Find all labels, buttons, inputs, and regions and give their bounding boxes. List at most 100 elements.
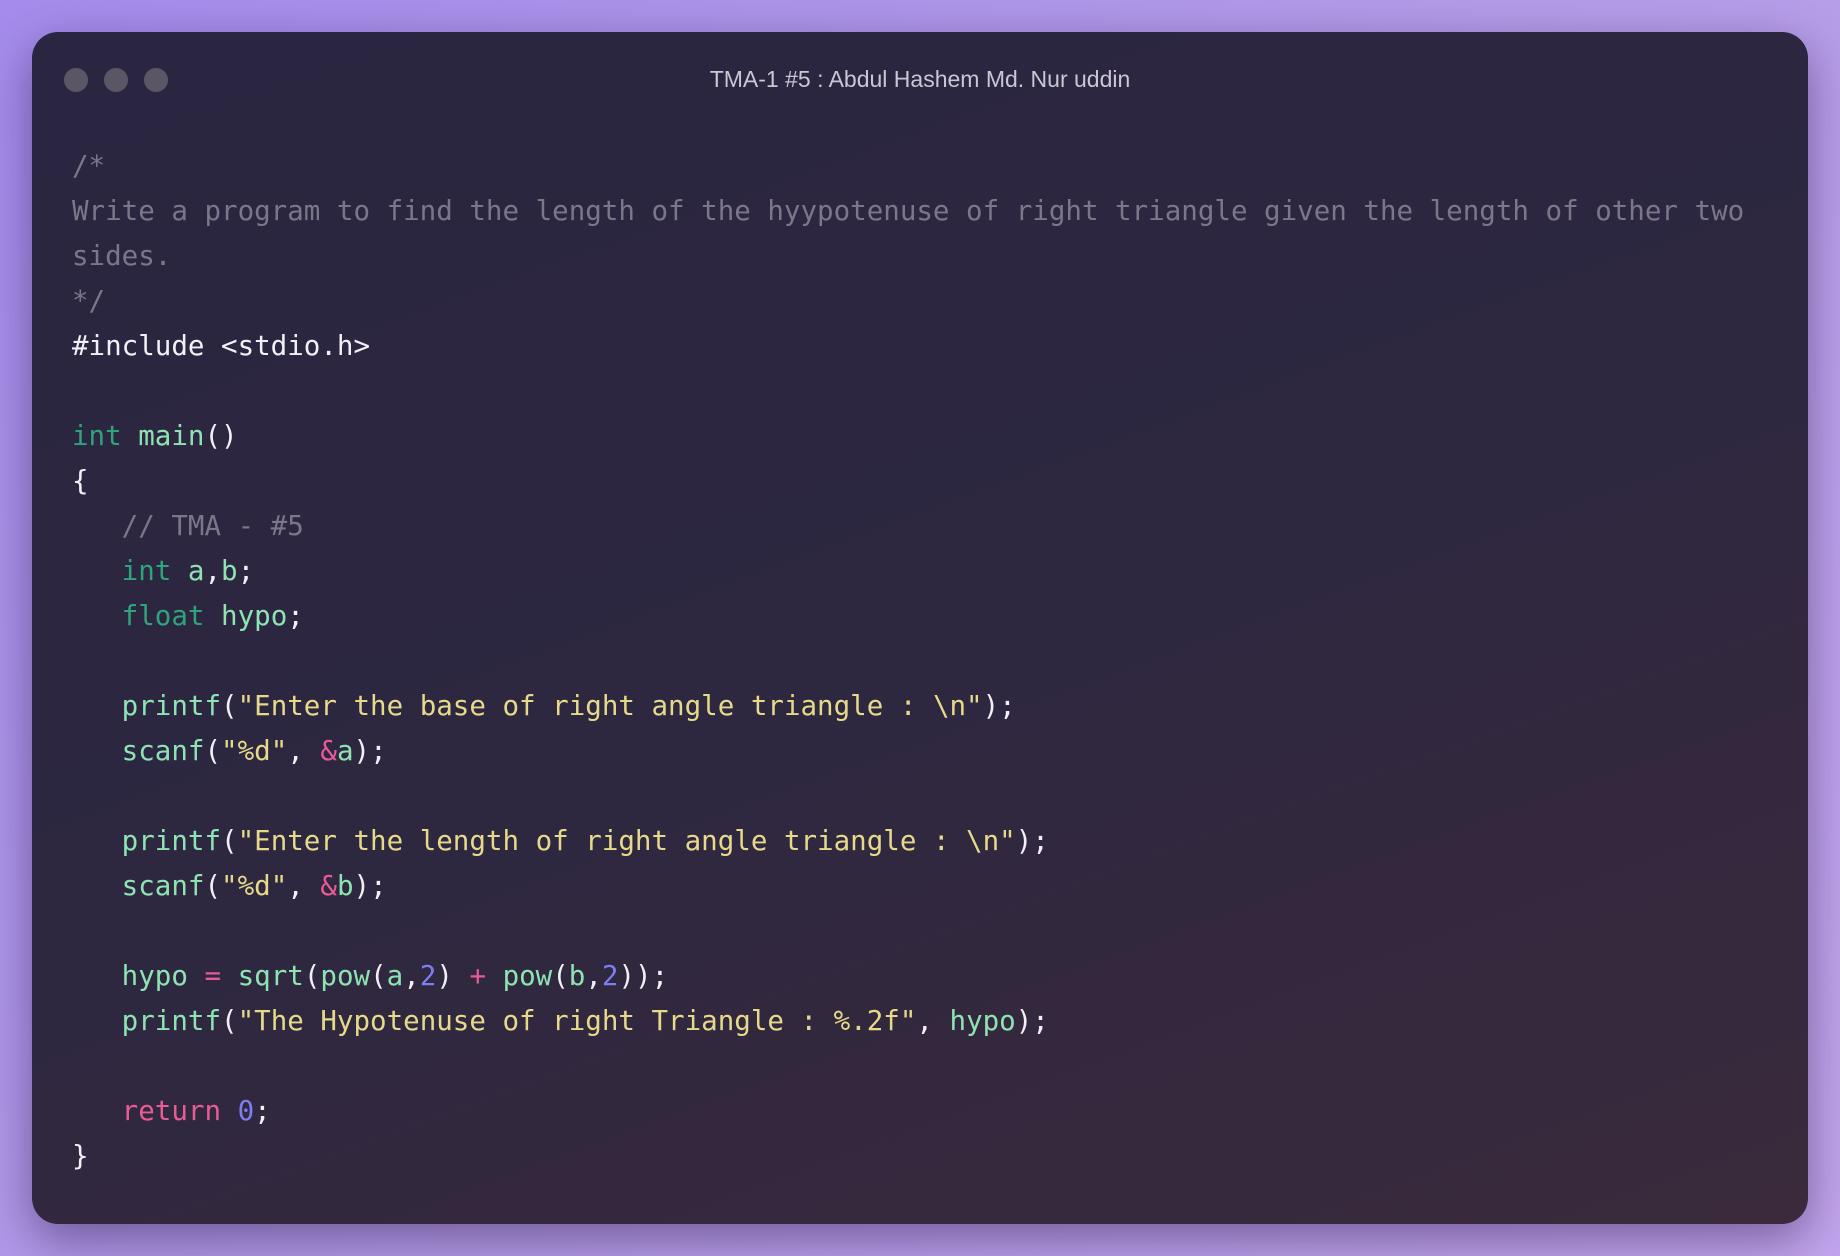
code-token: 2 <box>601 960 619 992</box>
code-token: ( <box>204 735 222 767</box>
code-token: b <box>336 870 354 902</box>
code-token: ; <box>287 600 304 632</box>
code-token: ); <box>982 690 1016 722</box>
code-token: , <box>916 1005 950 1037</box>
code-token: ( <box>370 960 387 992</box>
code-token: pow <box>502 960 553 992</box>
code-token: float <box>121 600 205 632</box>
code-token: Write a program to find the length of th… <box>72 195 1761 272</box>
code-token: */ <box>72 285 106 317</box>
code-token: 2 <box>419 960 437 992</box>
code-token: , <box>287 870 321 902</box>
code-token: , <box>287 735 321 767</box>
code-token: ) <box>436 960 470 992</box>
code-line: printf("Enter the base of right angle tr… <box>72 684 1768 729</box>
code-window: TMA-1 #5 : Abdul Hashem Md. Nur uddin /*… <box>32 32 1808 1224</box>
code-token: main <box>138 420 205 452</box>
code-token: hypo <box>221 600 288 632</box>
code-line: // TMA - #5 <box>72 504 1768 549</box>
code-token: // TMA - #5 <box>72 510 304 542</box>
code-token: int <box>121 555 172 587</box>
code-token: , <box>204 555 222 587</box>
code-line: scanf("%d", &b); <box>72 864 1768 909</box>
code-token: hypo <box>949 1005 1016 1037</box>
code-token: printf <box>121 690 222 722</box>
window-title: TMA-1 #5 : Abdul Hashem Md. Nur uddin <box>709 66 1131 92</box>
code-token: + <box>469 960 486 992</box>
code-token: & <box>320 870 337 902</box>
code-token: ( <box>221 690 238 722</box>
code-token: hypo <box>121 960 188 992</box>
code-token: ); <box>353 735 387 767</box>
code-line: Write a program to find the length of th… <box>72 189 1768 279</box>
code-token: b <box>221 555 238 587</box>
code-block: /* Write a program to find the length of … <box>72 144 1768 1179</box>
code-line: */ <box>72 279 1768 324</box>
code-token: /* <box>72 150 106 182</box>
code-token: ( <box>552 960 569 992</box>
code-line: float hypo; <box>72 594 1768 639</box>
code-token: "The Hypotenuse of right Triangle : %.2f… <box>237 1005 917 1037</box>
code-line: hypo = sqrt(pow(a,2) + pow(b,2)); <box>72 954 1768 999</box>
code-token: ); <box>353 870 387 902</box>
code-token: sqrt <box>237 960 304 992</box>
code-token: , <box>585 960 602 992</box>
code-token: ); <box>1015 1005 1049 1037</box>
code-line: #include <stdio.h> <box>72 324 1768 369</box>
code-token: "%d" <box>221 870 288 902</box>
code-token: a <box>386 960 404 992</box>
code-token: a <box>187 555 205 587</box>
code-token: printf <box>121 1005 222 1037</box>
code-line: int main() <box>72 414 1768 459</box>
code-token: = <box>204 960 222 992</box>
code-token: } <box>72 1140 89 1172</box>
code-token: int <box>72 420 122 452</box>
code-token: #include <stdio.h> <box>72 330 371 362</box>
code-token: return <box>121 1095 222 1127</box>
code-line: int a,b; <box>72 549 1768 594</box>
code-token: ( <box>221 1005 238 1037</box>
code-token: ; <box>254 1095 271 1127</box>
code-token: , <box>403 960 420 992</box>
code-token: a <box>336 735 354 767</box>
code-token: 0 <box>237 1095 255 1127</box>
code-line: printf("Enter the length of right angle … <box>72 819 1768 864</box>
code-token: )); <box>618 960 669 992</box>
code-token: & <box>320 735 337 767</box>
code-line: scanf("%d", &a); <box>72 729 1768 774</box>
code-token: ( <box>204 870 222 902</box>
code-token: { <box>72 465 89 497</box>
code-token: "Enter the length of right angle triangl… <box>237 825 1016 857</box>
code-token: b <box>568 960 586 992</box>
code-token: ( <box>221 825 238 857</box>
code-line: printf("The Hypotenuse of right Triangle… <box>72 999 1768 1044</box>
code-line: } <box>72 1134 1768 1179</box>
code-line: return 0; <box>72 1089 1768 1134</box>
code-line: { <box>72 459 1768 504</box>
window-titlebar: TMA-1 #5 : Abdul Hashem Md. Nur uddin <box>32 32 1808 128</box>
code-token: () <box>204 420 238 452</box>
code-token: scanf <box>121 870 205 902</box>
code-token: ( <box>303 960 321 992</box>
code-line: /* <box>72 144 1768 189</box>
code-token: ); <box>1015 825 1049 857</box>
